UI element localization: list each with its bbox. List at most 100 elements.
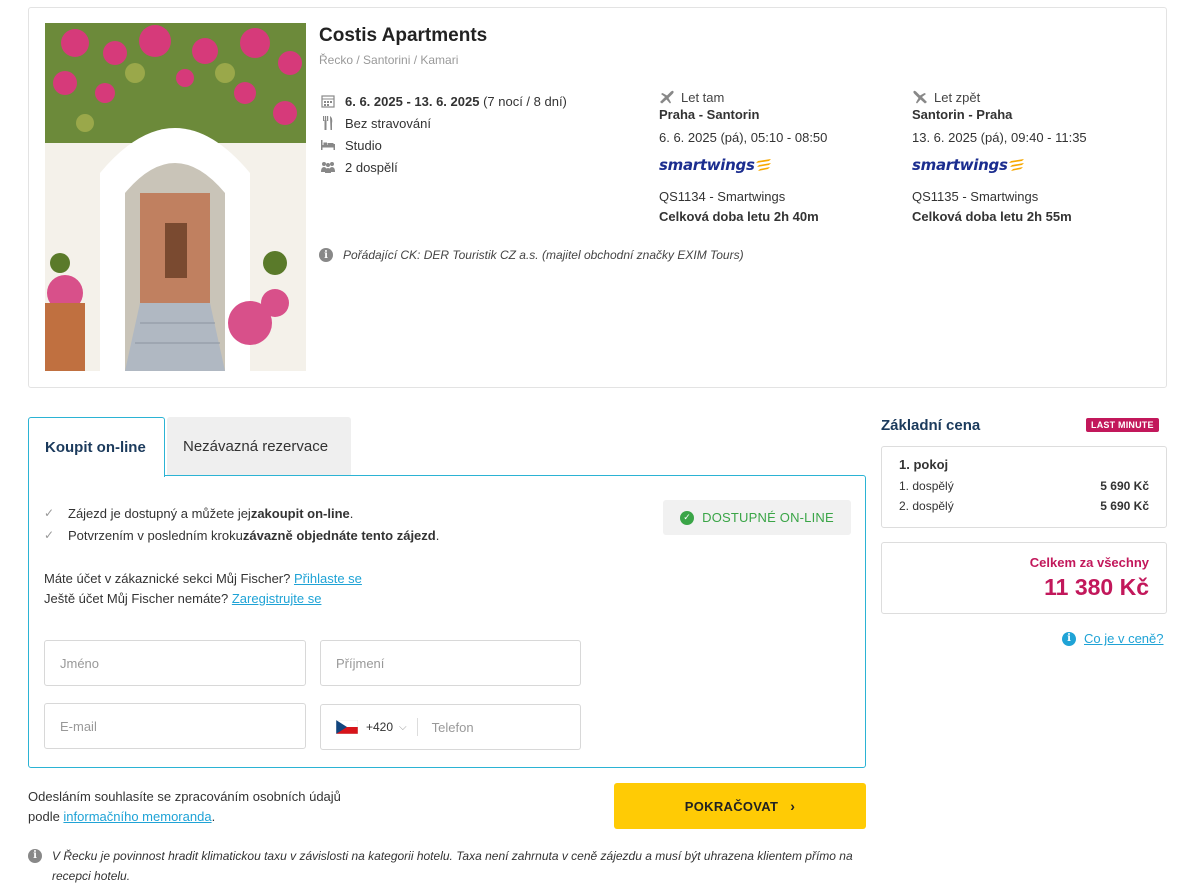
fact-travellers: 2 dospělí <box>319 156 567 178</box>
room-label: 1. pokoj <box>899 457 949 472</box>
total-value: 11 380 Kč <box>1044 574 1149 600</box>
continue-label: POKRAČOVAT <box>684 798 779 814</box>
czech-flag-icon <box>336 720 358 734</box>
consent-end: . <box>211 809 216 824</box>
calendar-icon <box>319 94 337 108</box>
check-icon: ✓ <box>44 506 55 520</box>
info-icon: i <box>1062 631 1076 646</box>
register-link[interactable]: Zaregistrujte se <box>232 591 322 606</box>
account-links: Máte účet v zákaznické sekci Můj Fischer… <box>44 569 362 609</box>
people-icon <box>319 160 337 174</box>
outbound-code: QS1134 - Smartwings <box>659 189 786 204</box>
continue-button[interactable]: POKRAČOVAT › <box>614 783 866 829</box>
info-icon: i <box>28 849 42 863</box>
chevron-right-icon: › <box>790 798 796 814</box>
consent-text: Odesláním souhlasíte se zpracováním osob… <box>28 787 341 827</box>
last-minute-badge: LAST MINUTE <box>1086 418 1159 432</box>
outbound-route: Praha - Santorin <box>659 107 760 122</box>
trip-duration: (7 nocí / 8 dní) <box>483 93 567 109</box>
inbound-time: 13. 6. 2025 (pá), 09:40 - 11:35 <box>912 130 1087 145</box>
booking-tabs: Koupit on-line Nezávazná rezervace <box>28 417 351 477</box>
availability-badge: ✓ DOSTUPNÉ ON-LINE <box>663 500 851 535</box>
hotel-name[interactable]: Costis Apartments <box>319 25 487 47</box>
price-row: 1. dospělý 5 690 Kč <box>899 477 1149 497</box>
booking-form: ✓ Zájezd je dostupný a můžete jej zakoup… <box>28 475 866 768</box>
price-title: Základní cena <box>881 417 981 434</box>
inbound-label: Let zpět <box>934 89 981 105</box>
checklist: ✓ Zájezd je dostupný a můžete jej zakoup… <box>44 502 439 546</box>
email-placeholder: E-mail <box>60 718 97 734</box>
price-row-value: 5 690 Kč <box>1100 499 1149 513</box>
memorandum-link[interactable]: informačního memoranda <box>63 809 211 824</box>
login-link[interactable]: Přihlaste se <box>294 571 362 586</box>
hotel-photo[interactable] <box>45 23 306 371</box>
consent-line2: podle <box>28 809 64 824</box>
price-breakdown: 1. pokoj 1. dospělý 5 690 Kč 2. dospělý … <box>881 446 1167 528</box>
check1-text: Zájezd je dostupný a můžete jej <box>68 505 251 521</box>
phone-prefix-select[interactable]: +420 ⌵ <box>336 718 418 736</box>
trip-dates: 6. 6. 2025 - 13. 6. 2025 <box>345 93 480 109</box>
travellers-count: 2 dospělí <box>345 159 398 175</box>
check2-end: . <box>435 527 440 543</box>
outbound-header: Let tam <box>659 88 899 106</box>
outbound-duration: Celková doba letu 2h 40m <box>659 209 819 224</box>
smartwings-mark-icon <box>755 159 771 171</box>
inbound-header: Let zpět <box>912 88 1152 106</box>
outbound-time: 6. 6. 2025 (pá), 05:10 - 08:50 <box>659 130 828 145</box>
smartwings-mark-icon <box>1008 159 1024 171</box>
chevron-down-icon: ⌵ <box>399 721 407 733</box>
check-binding: ✓ Potvrzením v posledním kroku závazně o… <box>44 524 439 546</box>
bed-icon <box>319 138 337 152</box>
inbound-code: QS1135 - Smartwings <box>912 189 1039 204</box>
airline-logo-text: smartwings <box>659 156 755 174</box>
inbound-route: Santorin - Praha <box>912 107 1013 122</box>
phone-field[interactable]: +420 ⌵ Telefon <box>320 704 581 750</box>
check1-end: . <box>349 505 354 521</box>
check2-text: Potvrzením v posledním kroku <box>68 527 243 543</box>
first-name-field[interactable]: Jméno <box>44 640 306 686</box>
no-account-question: Ještě účet Můj Fischer nemáte? <box>44 591 232 606</box>
availability-text: DOSTUPNÉ ON-LINE <box>702 510 834 525</box>
price-row: 2. dospělý 5 690 Kč <box>899 497 1149 517</box>
total-label: Celkem za všechny <box>1029 555 1149 570</box>
outbound-flight: Let tam Praha - Santorin 6. 6. 2025 (pá)… <box>659 88 899 228</box>
outbound-label: Let tam <box>681 89 725 105</box>
organizer-note: i Pořádající CK: DER Touristik CZ a.s. (… <box>319 248 744 262</box>
trip-facts: 6. 6. 2025 - 13. 6. 2025 (7 nocí / 8 dní… <box>319 90 567 178</box>
check2-bold: závazně objednáte tento zájezd <box>242 527 436 543</box>
check1-bold: zakoupit on-line <box>250 505 350 521</box>
inbound-flight: Let zpět Santorin - Praha 13. 6. 2025 (p… <box>912 88 1152 228</box>
last-name-placeholder: Příjmení <box>336 655 385 671</box>
plane-icon <box>660 90 674 104</box>
check-icon: ✓ <box>44 528 55 542</box>
consent-line1: Odesláním souhlasíte se zpracováním osob… <box>28 789 341 804</box>
check-available: ✓ Zájezd je dostupný a můžete jej zakoup… <box>44 502 439 524</box>
fact-room: Studio <box>319 134 567 156</box>
whats-included: i Co je v ceně? <box>1062 631 1164 646</box>
cutlery-icon <box>319 116 337 130</box>
check-circle-icon: ✓ <box>680 510 695 525</box>
total-price-box: Celkem za všechny 11 380 Kč <box>881 542 1167 614</box>
account-question: Máte účet v zákaznické sekci Můj Fischer… <box>44 571 294 586</box>
email-field[interactable]: E-mail <box>44 703 306 749</box>
tab-reservation[interactable]: Nezávazná rezervace <box>167 417 351 476</box>
room-type: Studio <box>345 137 382 153</box>
price-row-label: 1. dospělý <box>899 479 954 493</box>
plane-icon <box>913 90 927 104</box>
hotel-location: Řecko / Santorini / Kamari <box>319 53 459 67</box>
info-icon: i <box>319 248 333 262</box>
board-type: Bez stravování <box>345 115 431 131</box>
inbound-duration: Celková doba letu 2h 55m <box>912 209 1072 224</box>
airline-logo-text: smartwings <box>912 156 1008 174</box>
fact-board: Bez stravování <box>319 112 567 134</box>
last-name-field[interactable]: Příjmení <box>320 640 581 686</box>
whats-included-link[interactable]: Co je v ceně? <box>1084 631 1164 646</box>
tax-note-text: V Řecku je povinnost hradit klimatickou … <box>52 849 853 883</box>
phone-prefix-value: +420 <box>366 720 394 734</box>
phone-placeholder: Telefon <box>431 719 474 735</box>
price-row-value: 5 690 Kč <box>1100 479 1149 493</box>
tab-buy-online[interactable]: Koupit on-line <box>28 417 165 477</box>
airline-logo: smartwings <box>659 150 899 180</box>
organizer-text: Pořádající CK: DER Touristik CZ a.s. (ma… <box>343 248 744 262</box>
fact-dates: 6. 6. 2025 - 13. 6. 2025 (7 nocí / 8 dní… <box>319 90 567 112</box>
